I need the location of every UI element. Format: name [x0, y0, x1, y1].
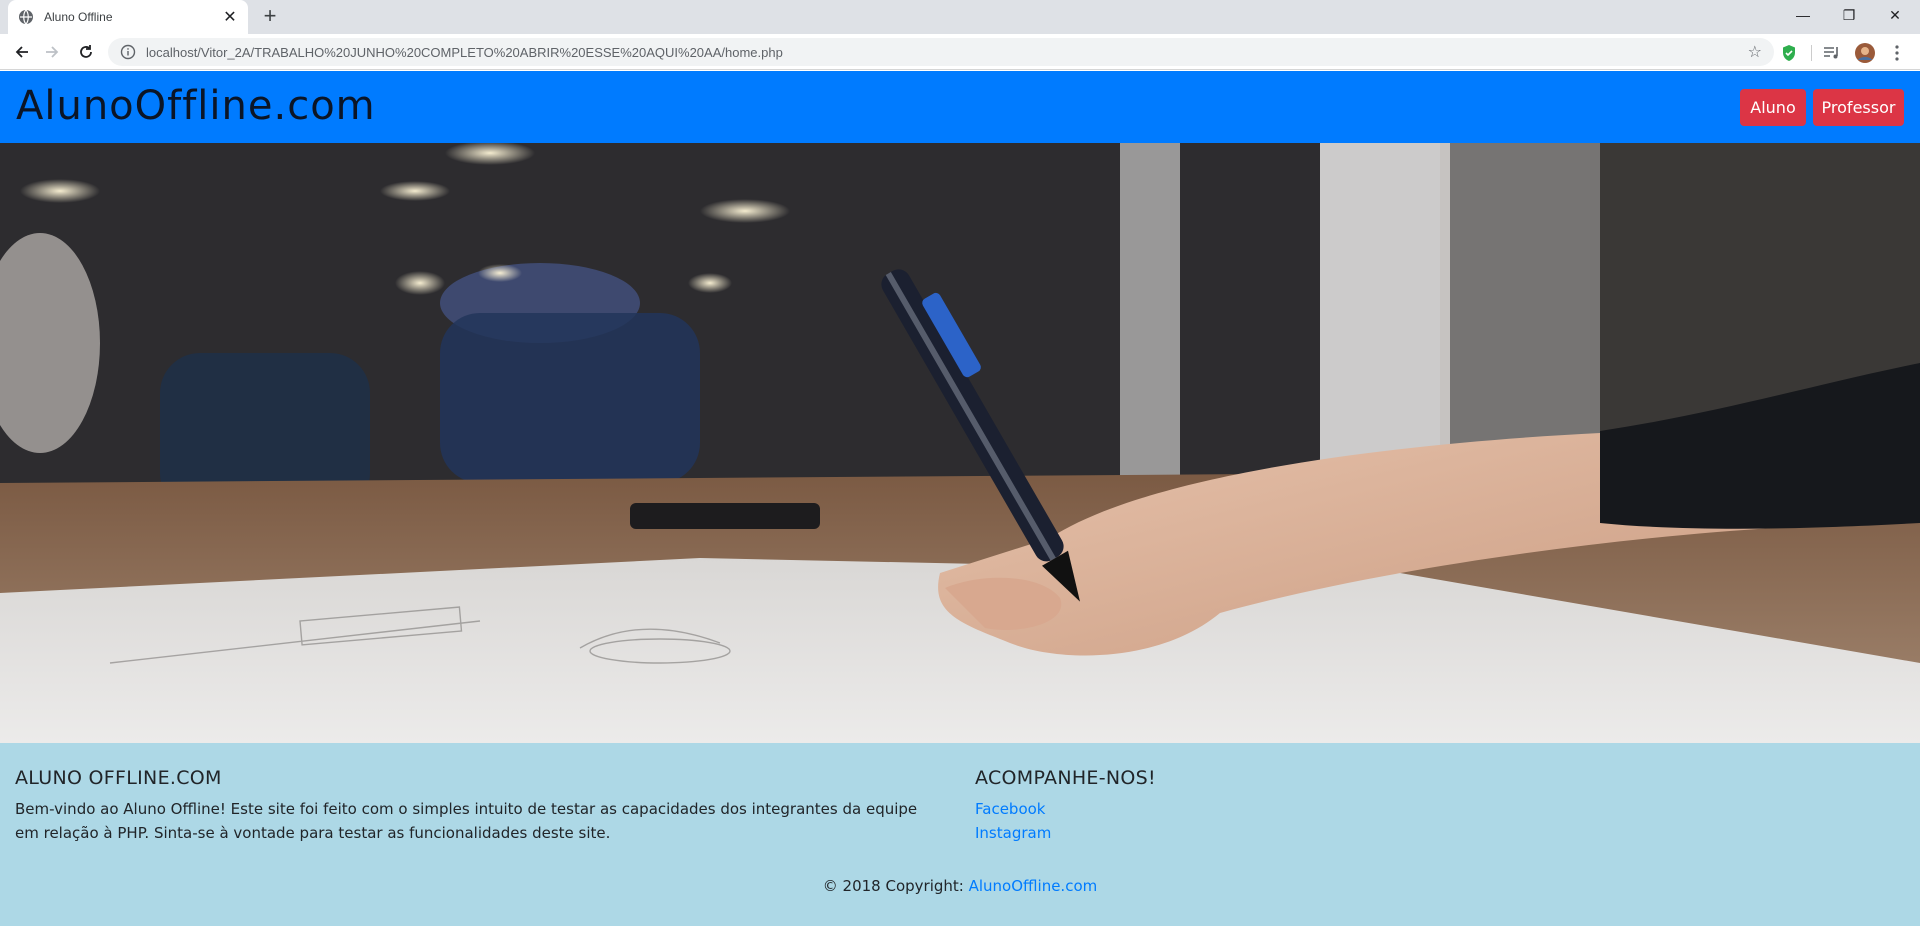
- web-page: AlunoOffline.com Aluno Professor ALUNO O…: [0, 71, 1920, 926]
- professor-button[interactable]: Professor: [1813, 89, 1904, 126]
- tab-title: Aluno Offline: [44, 10, 113, 24]
- info-icon[interactable]: [120, 44, 136, 60]
- profile-avatar[interactable]: [1854, 42, 1876, 64]
- back-icon[interactable]: [10, 40, 34, 64]
- facebook-link[interactable]: Facebook: [975, 797, 1375, 821]
- reload-icon[interactable]: [74, 40, 98, 64]
- minimize-icon[interactable]: —: [1780, 0, 1826, 30]
- footer-follow-title: ACOMPANHE-NOS!: [975, 767, 1156, 789]
- copyright: © 2018 Copyright: AlunoOffline.com: [0, 877, 1920, 895]
- globe-icon: [18, 9, 34, 25]
- aluno-button[interactable]: Aluno: [1740, 89, 1806, 126]
- instagram-link[interactable]: Instagram: [975, 821, 1375, 845]
- site-brand[interactable]: AlunoOffline.com: [16, 83, 376, 129]
- hero-image: [0, 143, 1920, 743]
- url-text[interactable]: localhost/Vitor_2A/TRABALHO%20JUNHO%20CO…: [146, 45, 1748, 60]
- copyright-link[interactable]: AlunoOffline.com: [969, 877, 1098, 895]
- site-footer: ALUNO OFFLINE.COM Bem-vindo ao Aluno Off…: [0, 743, 1920, 926]
- close-tab-icon[interactable]: ✕: [222, 7, 238, 27]
- browser-tab[interactable]: Aluno Offline ✕: [8, 0, 248, 34]
- forward-icon[interactable]: [40, 40, 64, 64]
- footer-about-title: ALUNO OFFLINE.COM: [15, 767, 222, 789]
- hero-photo-illustration: [0, 143, 1920, 743]
- shield-extension-icon[interactable]: [1778, 42, 1800, 64]
- bookmark-star-icon[interactable]: ☆: [1748, 42, 1762, 62]
- media-queue-icon[interactable]: [1821, 42, 1843, 64]
- footer-about: ALUNO OFFLINE.COM Bem-vindo ao Aluno Off…: [15, 767, 945, 845]
- restore-icon[interactable]: ❐: [1826, 0, 1872, 30]
- address-bar[interactable]: localhost/Vitor_2A/TRABALHO%20JUNHO%20CO…: [108, 38, 1774, 66]
- close-window-icon[interactable]: ✕: [1872, 0, 1918, 30]
- browser-tabstrip: Aluno Offline ✕ + — ❐ ✕: [0, 0, 1920, 34]
- browser-toolbar: localhost/Vitor_2A/TRABALHO%20JUNHO%20CO…: [0, 34, 1920, 70]
- new-tab-button[interactable]: +: [258, 5, 282, 29]
- site-navbar: AlunoOffline.com Aluno Professor: [0, 71, 1920, 143]
- footer-about-text: Bem-vindo ao Aluno Offline! Este site fo…: [15, 800, 918, 842]
- menu-dots-icon[interactable]: [1886, 42, 1908, 64]
- toolbar-separator: [1811, 45, 1812, 61]
- footer-follow: ACOMPANHE-NOS! Facebook Instagram: [975, 767, 1375, 845]
- copyright-prefix: © 2018 Copyright:: [822, 877, 969, 895]
